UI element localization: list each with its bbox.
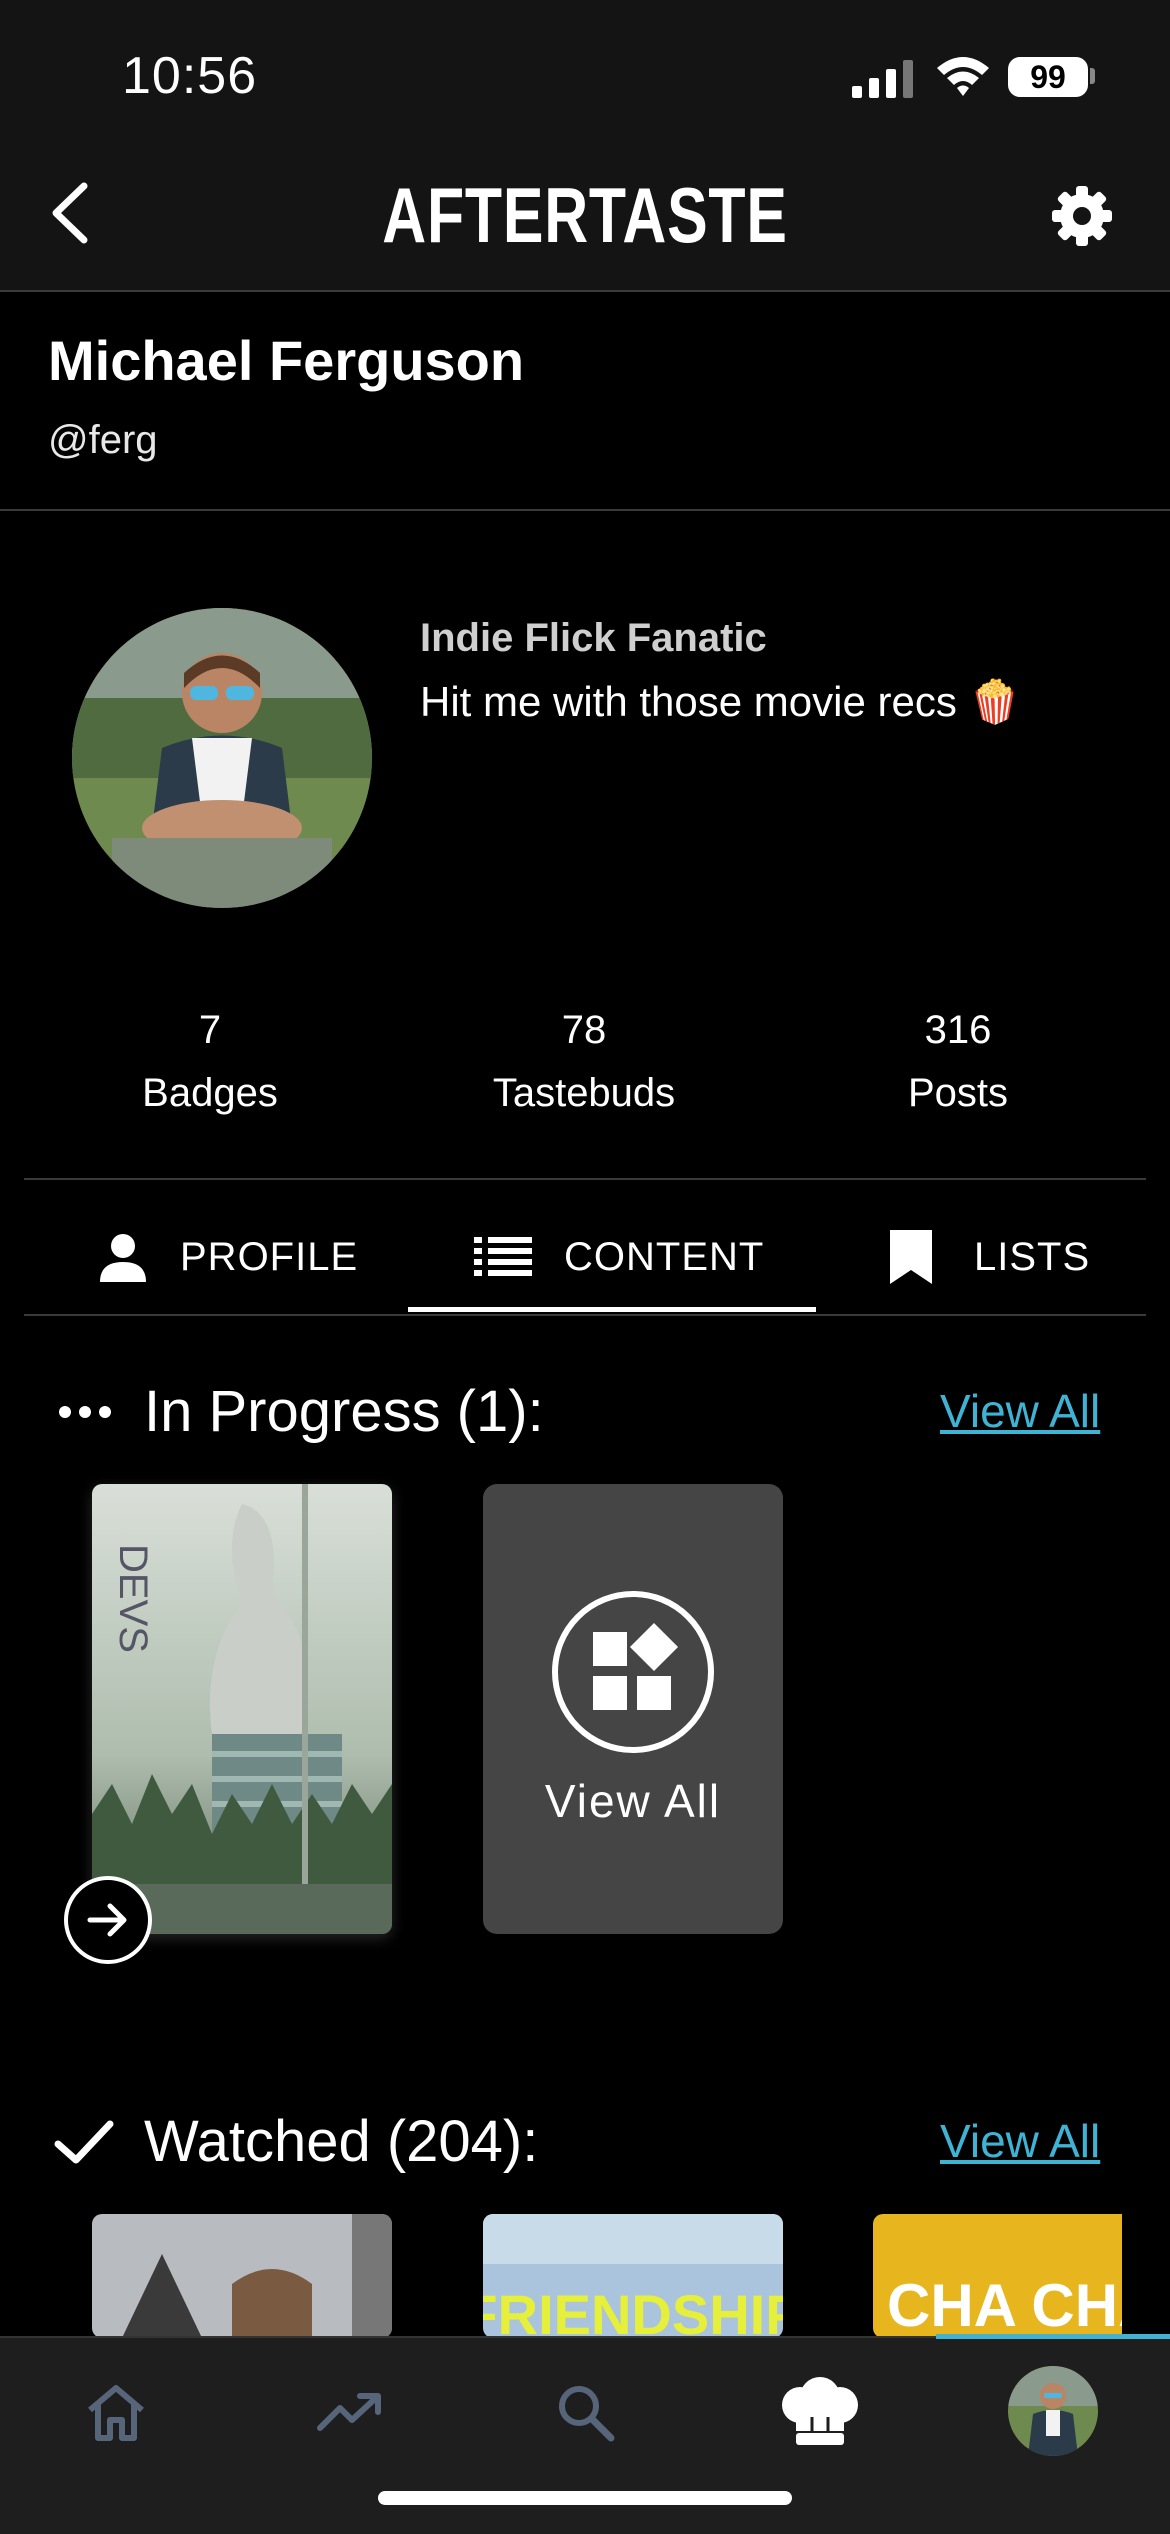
stat-tastebuds[interactable]: 78 Tastebuds (434, 1008, 734, 1116)
tab-profile[interactable]: PROFILE (96, 1222, 358, 1292)
stat-label: Posts (907, 1071, 1009, 1115)
stat-label: Badges (142, 1071, 278, 1115)
stat-badges[interactable]: 7 Badges (60, 1008, 360, 1116)
profile-divider (0, 509, 1170, 511)
trending-icon[interactable] (301, 2362, 401, 2462)
in-progress-view-all-link[interactable]: View All (940, 1384, 1100, 1438)
watched-view-all-link[interactable]: View All (940, 2114, 1100, 2168)
stat-value: 316 (924, 1008, 992, 1052)
watched-title: Watched (204): (144, 2109, 539, 2174)
search-icon[interactable] (535, 2362, 635, 2462)
battery-indicator: 99 (1008, 57, 1088, 97)
poster-art-text: DEVS (111, 1544, 155, 1653)
checkmark-icon (54, 2120, 114, 2164)
poster-watched-1[interactable] (92, 2214, 392, 2338)
profile-handle: @ferg (48, 418, 158, 462)
grid-shapes-icon (552, 1591, 714, 1753)
poster-friendship[interactable]: FRIENDSHIP (483, 2214, 783, 2338)
battery-tip (1090, 68, 1095, 84)
view-all-card[interactable]: View All (483, 1484, 783, 1934)
list-icon (474, 1237, 532, 1276)
wifi-icon (937, 57, 989, 96)
tabs-top-divider (24, 1178, 1146, 1180)
home-indicator (378, 2491, 792, 2505)
bookmark-icon (890, 1230, 932, 1284)
stat-label: Tastebuds (492, 1071, 676, 1115)
poster-art-text: CHA CHA (887, 2272, 1122, 2338)
stat-value: 78 (561, 1008, 607, 1052)
signal-icon (852, 60, 913, 98)
tabs-bottom-divider (24, 1314, 1146, 1316)
status-time: 10:56 (122, 47, 258, 105)
view-all-card-label: View All (544, 1775, 722, 1827)
profile-avatar[interactable] (1008, 2366, 1098, 2456)
app-title: AFTERTASTE (382, 171, 788, 259)
active-nav-indicator (936, 2334, 1170, 2339)
tab-label: CONTENT (564, 1234, 765, 1279)
tab-label: PROFILE (180, 1234, 359, 1279)
tab-label: LISTS (974, 1234, 1091, 1279)
resume-arrow-icon[interactable] (62, 1874, 154, 1966)
profile-avatar[interactable] (72, 608, 372, 908)
tab-lists[interactable]: LISTS (888, 1222, 1090, 1292)
gear-icon[interactable] (1050, 184, 1114, 248)
back-arrow-icon[interactable] (44, 180, 94, 246)
more-dots-icon (59, 1406, 111, 1418)
profile-bio: Hit me with those movie recs 🍿 (420, 678, 1021, 725)
profile-tagline: Indie Flick Fanatic (420, 616, 767, 660)
profile-name: Michael Ferguson (48, 329, 525, 392)
person-icon (100, 1234, 146, 1282)
home-icon[interactable] (66, 2362, 166, 2462)
header-divider (0, 290, 1170, 292)
in-progress-title: In Progress (1): (144, 1379, 544, 1444)
poster-devs[interactable]: DEVS (92, 1484, 392, 1934)
tab-content[interactable]: CONTENT (474, 1222, 764, 1292)
stat-value: 7 (198, 1008, 222, 1052)
chef-hat-icon[interactable] (770, 2362, 870, 2462)
poster-cha-cha[interactable]: CHA CHA (873, 2214, 1122, 2338)
stat-posts[interactable]: 316 Posts (808, 1008, 1108, 1116)
poster-art-text: FRIENDSHIP (483, 2283, 783, 2338)
active-tab-indicator (408, 1307, 816, 1312)
